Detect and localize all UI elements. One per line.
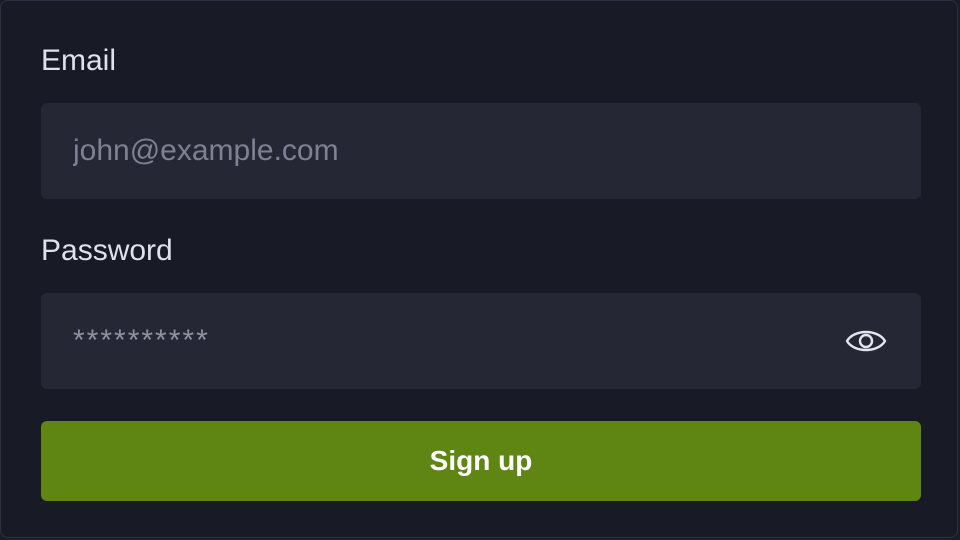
signup-form: Email Password ********** Sign up bbox=[0, 0, 958, 538]
password-label: Password bbox=[41, 234, 173, 267]
password-field[interactable]: ********** bbox=[41, 293, 921, 389]
eye-icon[interactable] bbox=[845, 322, 887, 360]
email-input[interactable] bbox=[41, 103, 921, 199]
password-value: ********** bbox=[73, 324, 210, 357]
email-label: Email bbox=[41, 44, 117, 77]
sign-up-button[interactable]: Sign up bbox=[41, 421, 921, 501]
email-field-container bbox=[41, 103, 921, 199]
